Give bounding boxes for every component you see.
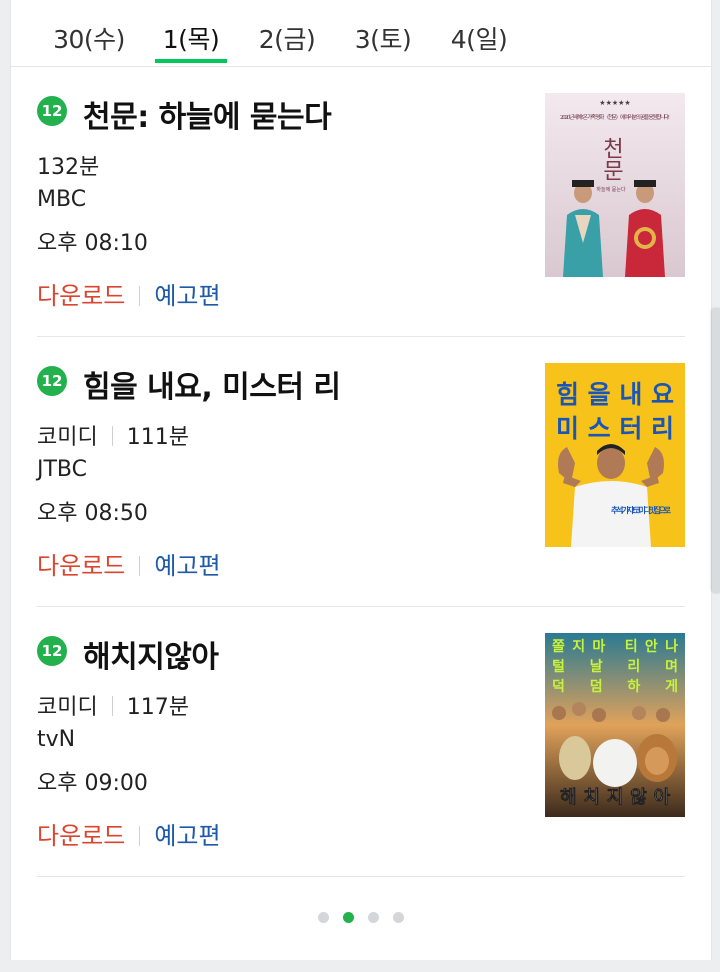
trailer-link[interactable]: 예고편	[154, 822, 220, 850]
poster-subtitle: 하늘에 묻는다	[596, 186, 626, 193]
movie-channel: tvN	[37, 727, 76, 752]
page-dot-1[interactable]	[318, 912, 329, 923]
movie-airtime: 오후 08:50	[37, 501, 148, 526]
poster-image: 쫄지마 티안나 털 날 리 며 덕 덤 하 게 해치지않아	[545, 633, 685, 817]
movie-links: 다운로드 예고편	[37, 816, 221, 851]
movie-title[interactable]: 힘을 내요, 미스터 리	[83, 362, 341, 406]
trailer-link[interactable]: 예고편	[154, 552, 220, 580]
poster-image: 힘을내요 미스터리 추석, 가자! 코미디 맛집으로	[545, 363, 685, 547]
movie-meta: 코미디 111분	[37, 419, 189, 451]
active-tab-underline	[155, 59, 227, 63]
movie-genre: 코미디	[37, 695, 98, 720]
movie-item: 12 힘을 내요, 미스터 리 코미디 111분 JTBC 오후 08:50 다운…	[37, 336, 685, 607]
movie-poster[interactable]: 힘을내요 미스터리 추석, 가자! 코미디 맛집으로	[545, 363, 685, 547]
divider	[139, 556, 141, 576]
movie-title[interactable]: 해치지않아	[83, 632, 219, 676]
tab-label: 1(목)	[162, 25, 220, 54]
movie-runtime: 111분	[126, 425, 189, 450]
movie-item: 12 천문: 하늘에 묻는다 132분 MBC 오후 08:10 다운로드 예고편…	[37, 66, 685, 337]
age-rating-badge: 12	[37, 636, 67, 666]
movie-runtime: 132분	[37, 155, 100, 180]
divider	[139, 826, 141, 846]
movie-channel: MBC	[37, 187, 87, 212]
movie-meta: 132분	[37, 149, 99, 181]
tab-30-wed[interactable]: 30(수)	[53, 20, 125, 60]
movie-poster[interactable]: 쫄지마 티안나 털 날 리 며 덕 덤 하 게 해치지않아	[545, 633, 685, 817]
download-link[interactable]: 다운로드	[37, 822, 125, 850]
age-rating-badge: 12	[37, 366, 67, 396]
divider	[111, 696, 113, 716]
poster-title: 천문	[599, 137, 624, 181]
tab-2-fri[interactable]: 2(금)	[251, 20, 323, 60]
movie-channel: JTBC	[37, 457, 87, 482]
tab-4-sun[interactable]: 4(일)	[443, 20, 515, 60]
movie-poster[interactable]: ★★★★★ 2020년 새해! 온 가족 명화 〈천문〉에 여러분의 꿈을 응원…	[545, 93, 685, 277]
download-link[interactable]: 다운로드	[37, 282, 125, 310]
trailer-link[interactable]: 예고편	[154, 282, 220, 310]
date-tabs: 30(수) 1(목) 2(금) 3(토) 4(일)	[11, 0, 711, 67]
tab-label: 30(수)	[53, 25, 125, 54]
poster-tagline: 2020년 새해! 온 가족 명화 〈천문〉에 여러분의 꿈을 응원합니다!	[560, 113, 670, 121]
tab-3-sat[interactable]: 3(토)	[347, 20, 419, 60]
pagination-dots	[11, 908, 711, 928]
movie-title[interactable]: 천문: 하늘에 묻는다	[83, 92, 332, 136]
movie-airtime: 오후 09:00	[37, 771, 148, 796]
page-dot-3[interactable]	[368, 912, 379, 923]
poster-image: ★★★★★ 2020년 새해! 온 가족 명화 〈천문〉에 여러분의 꿈을 응원…	[545, 93, 685, 277]
page-dot-4[interactable]	[393, 912, 404, 923]
movie-airtime: 오후 08:10	[37, 231, 148, 256]
edge-scroll-handle[interactable]	[712, 308, 720, 593]
divider	[111, 426, 113, 446]
movie-links: 다운로드 예고편	[37, 276, 221, 311]
movie-schedule-card: 30(수) 1(목) 2(금) 3(토) 4(일) 12 천문: 하늘에 묻는다…	[10, 0, 712, 960]
tab-label: 4(일)	[450, 25, 508, 54]
poster-stars: ★★★★★	[599, 99, 630, 107]
tab-label: 3(토)	[354, 25, 412, 54]
movie-item: 12 해치지않아 코미디 117분 tvN 오후 09:00 다운로드 예고편 쫄지…	[37, 606, 685, 877]
tab-1-thu[interactable]: 1(목)	[155, 20, 227, 63]
tab-label: 2(금)	[258, 25, 316, 54]
page-dot-2-active[interactable]	[343, 912, 354, 923]
download-link[interactable]: 다운로드	[37, 552, 125, 580]
age-rating-badge: 12	[37, 96, 67, 126]
movie-runtime: 117분	[126, 695, 189, 720]
movie-genre: 코미디	[37, 425, 98, 450]
divider	[139, 286, 141, 306]
movie-meta: 코미디 117분	[37, 689, 189, 721]
poster-slogan: 추석, 가자! 코미디 맛집으로	[611, 505, 672, 515]
movie-links: 다운로드 예고편	[37, 546, 221, 581]
